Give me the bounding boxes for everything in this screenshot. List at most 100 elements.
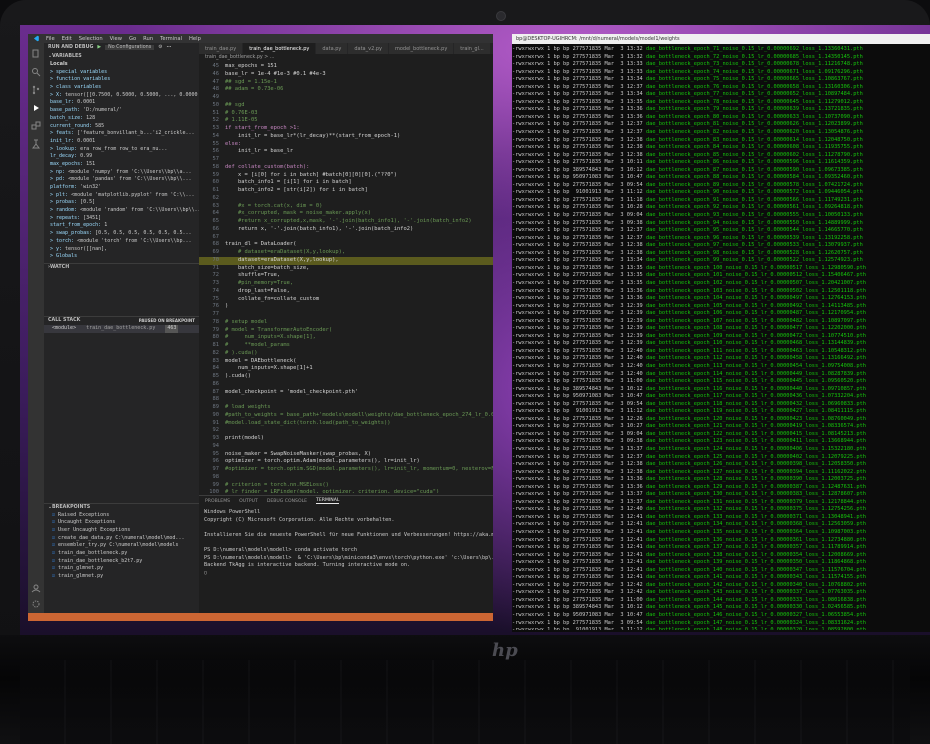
line-number[interactable]: 63 xyxy=(199,203,225,211)
code-line[interactable]: 86 xyxy=(199,381,493,389)
line-number[interactable]: 71 xyxy=(199,265,225,273)
variable-row[interactable]: > swap_probas: [0.5, 0.5, 0.5, 0.5, 0.5, … xyxy=(44,230,199,238)
tab-debug-console[interactable]: DEBUG CONSOLE xyxy=(267,499,307,504)
variable-row[interactable]: > lookup: era row_from row_to era_nu... xyxy=(44,146,199,154)
code-line[interactable]: 72 shuffle=True, xyxy=(199,272,493,280)
code-line[interactable]: 60 batch_info1 = [i[1] for i in batch] xyxy=(199,179,493,187)
line-number[interactable]: 97 xyxy=(199,466,225,474)
line-number[interactable]: 72 xyxy=(199,272,225,280)
breakpoint-item[interactable]: ☑ train_glmnet.py xyxy=(44,573,199,581)
menu-run[interactable]: Run xyxy=(143,36,153,42)
code-line[interactable]: 53 if start_from_epoch >1: xyxy=(199,125,493,133)
variable-row[interactable]: start_from_epoch: 1 xyxy=(44,222,199,230)
variable-row[interactable]: max_epochs: 151 xyxy=(44,161,199,169)
variable-row[interactable]: init_lr: 0.0001 xyxy=(44,138,199,146)
line-number[interactable]: 54 xyxy=(199,133,225,141)
line-number[interactable]: 51 xyxy=(199,110,225,118)
search-icon[interactable] xyxy=(31,67,41,77)
variable-row[interactable]: platform:'win32' xyxy=(44,184,199,192)
line-number[interactable]: 99 xyxy=(199,482,225,490)
code-line[interactable]: 71 batch_size=batch_size, xyxy=(199,265,493,273)
code-line[interactable]: 66 return x, '-'.join(batch_info1), '-'.… xyxy=(199,226,493,234)
code-line[interactable]: 88 xyxy=(199,396,493,404)
line-number[interactable]: 94 xyxy=(199,443,225,451)
variable-row[interactable]: > function variables xyxy=(44,76,199,84)
line-number[interactable]: 83 xyxy=(199,358,225,366)
editor-tab[interactable]: model_bottleneck.py xyxy=(388,43,455,54)
line-number[interactable]: 82 xyxy=(199,350,225,358)
code-line[interactable]: 62 xyxy=(199,195,493,203)
code-line[interactable]: 55 else: xyxy=(199,141,493,149)
breakpoint-item[interactable]: ☑ Raised Exceptions xyxy=(44,512,199,520)
tab-output[interactable]: OUTPUT xyxy=(239,499,258,504)
line-number[interactable]: 56 xyxy=(199,148,225,156)
code-line[interactable]: 85).cuda() xyxy=(199,373,493,381)
line-number[interactable]: 46 xyxy=(199,71,225,79)
line-number[interactable]: 93 xyxy=(199,435,225,443)
variable-row[interactable]: > class variables xyxy=(44,84,199,92)
line-number[interactable]: 70 xyxy=(199,257,225,265)
variable-row[interactable]: > np: <module 'numpy' from 'C:\\Users\\bp… xyxy=(44,169,199,177)
line-number[interactable]: 58 xyxy=(199,164,225,172)
menu-help[interactable]: Help xyxy=(189,36,201,42)
code-line[interactable]: 96 optimizer = torch.optim.Adam(model.par… xyxy=(199,458,493,466)
variable-row[interactable]: > random: <module 'random' from 'C:\\User… xyxy=(44,207,199,215)
line-number[interactable]: 47 xyxy=(199,79,225,87)
line-number[interactable]: 87 xyxy=(199,389,225,397)
code-line[interactable]: 91 #model.load_state_dict(torch.load(path… xyxy=(199,420,493,428)
code-line[interactable]: 65 #return x_corrupted,x,mask, '-'.join(… xyxy=(199,218,493,226)
callstack-frame[interactable]: <module> train_dae_bottleneck.py 463 xyxy=(44,324,199,333)
menu-go[interactable]: Go xyxy=(129,36,136,42)
variable-row[interactable]: batch_size: 128 xyxy=(44,115,199,123)
code-line[interactable]: 100 # lr_finder = LRFinder(model, optimiz… xyxy=(199,489,493,493)
start-debug-icon[interactable]: ▶ xyxy=(97,45,101,50)
run-debug-icon[interactable] xyxy=(31,103,41,113)
code-line[interactable]: 80 # num_inputs=X.shape[1], xyxy=(199,334,493,342)
breadcrumb[interactable]: train_dae_bottleneck.py > ... xyxy=(205,55,274,60)
code-line[interactable]: 79 # model = TransformerAutoEncoder( xyxy=(199,327,493,335)
code-line[interactable]: 50 ## sgd xyxy=(199,102,493,110)
line-number[interactable]: 69 xyxy=(199,249,225,257)
line-number[interactable]: 55 xyxy=(199,141,225,149)
line-number[interactable]: 45 xyxy=(199,63,225,71)
line-number[interactable]: 74 xyxy=(199,288,225,296)
integrated-terminal[interactable]: Windows PowerShell Copyright (C) Microsof… xyxy=(199,506,493,577)
line-number[interactable]: 62 xyxy=(199,195,225,203)
code-line[interactable]: 48 ## adam = 0.73e-06 xyxy=(199,86,493,94)
code-line[interactable]: 54 init_lr = base_lr*(lr_decay)**(start_… xyxy=(199,133,493,141)
code-line[interactable]: 46 base_lr = 1e-4 #1e-3 #0.1 #4e-3 xyxy=(199,71,493,79)
menu-view[interactable]: View xyxy=(110,36,122,42)
line-number[interactable]: 68 xyxy=(199,241,225,249)
code-line[interactable]: 76) xyxy=(199,303,493,311)
menu-selection[interactable]: Selection xyxy=(79,36,103,42)
line-number[interactable]: 81 xyxy=(199,342,225,350)
line-number[interactable]: 57 xyxy=(199,156,225,164)
code-line[interactable]: 56 init_lr = base_lr xyxy=(199,148,493,156)
code-line[interactable]: 59 x = [i[0] for i in batch] #batch[0][0… xyxy=(199,172,493,180)
line-number[interactable]: 73 xyxy=(199,280,225,288)
variable-row[interactable]: > feats: ['feature_bonvillant_b...'i2_cri… xyxy=(44,130,199,138)
code-line[interactable]: 68 train_dl = DataLoader( xyxy=(199,241,493,249)
variable-row[interactable]: > repeats: [3451] xyxy=(44,215,199,223)
code-line[interactable]: 89 # load weights xyxy=(199,404,493,412)
breakpoint-item[interactable]: ☑ ensembler_try.py C:\numeral\model\mode… xyxy=(44,542,199,550)
breakpoint-item[interactable]: ☑ create_dae_data.py C:\numeral\model\mo… xyxy=(44,535,199,543)
line-number[interactable]: 50 xyxy=(199,102,225,110)
variable-row[interactable]: > Globals xyxy=(44,253,199,261)
line-number[interactable]: 53 xyxy=(199,125,225,133)
line-number[interactable]: 98 xyxy=(199,474,225,482)
code-line[interactable]: 97 #optimizer = torch.optim.SGD(model.par… xyxy=(199,466,494,474)
code-line[interactable]: 75 collate_fn=collate_custom xyxy=(199,296,493,304)
code-line[interactable]: 69 # dataset=eraDataset(X,y,lookup), xyxy=(199,249,493,257)
variable-row[interactable]: base_path: 'D:/numeral/' xyxy=(44,107,199,115)
line-number[interactable]: 84 xyxy=(199,365,225,373)
variable-row[interactable]: base_lr: 0.0001 xyxy=(44,99,199,107)
editor-tab[interactable]: train_dae_bottleneck.py xyxy=(243,43,317,54)
account-icon[interactable] xyxy=(31,583,41,593)
code-line[interactable]: 49 xyxy=(199,94,493,102)
breakpoint-item[interactable]: ☑ train_dae_bottleneck_b2t7.py xyxy=(44,558,199,566)
line-number[interactable]: 60 xyxy=(199,179,225,187)
code-line[interactable]: 70 dataset=eraDataset(X,y,lookup), xyxy=(199,256,493,265)
extensions-icon[interactable] xyxy=(31,121,41,131)
locals-scope[interactable]: Locals xyxy=(44,61,199,69)
